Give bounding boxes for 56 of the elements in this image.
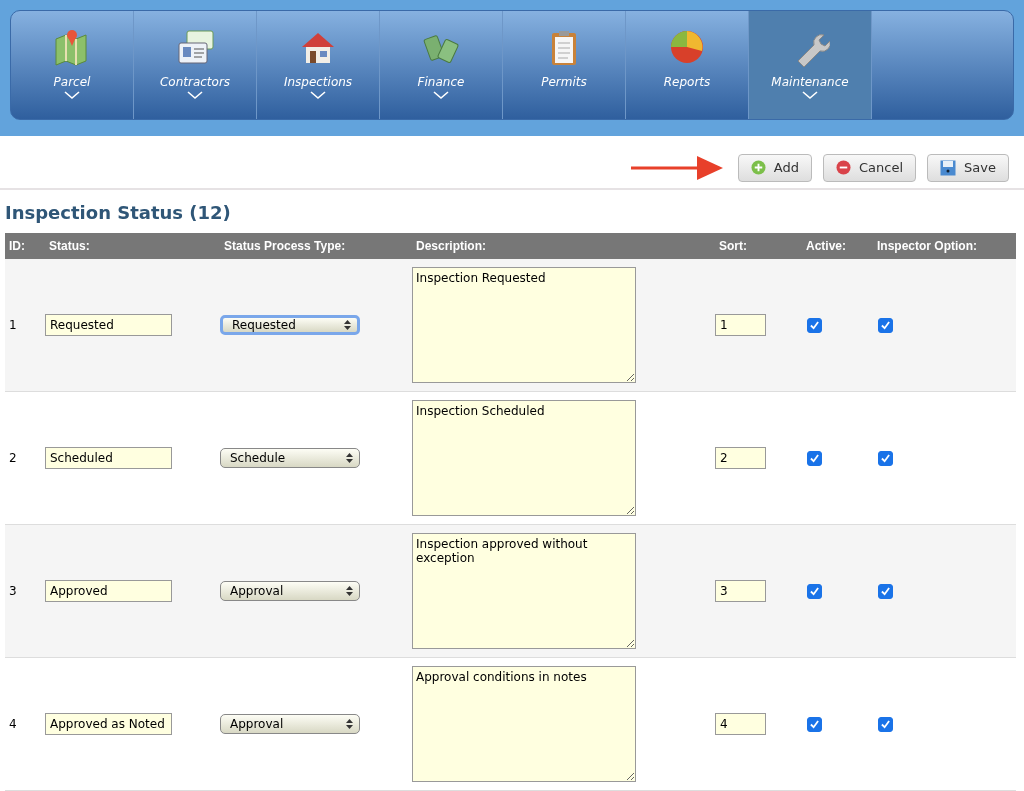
checkbox[interactable] <box>807 716 822 732</box>
save-button[interactable]: Save <box>927 153 1009 182</box>
sort-field[interactable]: 2 <box>715 447 766 469</box>
nav-tab[interactable]: Finance <box>380 11 503 119</box>
chevron-down-icon <box>64 91 80 100</box>
chevron-down-icon <box>802 91 818 100</box>
process-type-select[interactable]: Schedule <box>220 448 360 468</box>
column-header: Status Process Type: <box>223 239 347 253</box>
sort-field[interactable]: 3 <box>715 580 766 602</box>
checkbox[interactable] <box>807 317 822 333</box>
nav-tab[interactable]: Inspections <box>257 11 380 119</box>
minus-icon <box>836 160 852 175</box>
description-field[interactable]: Inspection approved without exception <box>412 533 636 649</box>
status-field[interactable]: Scheduled <box>45 447 172 469</box>
column-header: Description: <box>415 239 487 253</box>
checkbox[interactable] <box>878 583 893 599</box>
nav-tab[interactable]: Maintenance <box>749 11 872 119</box>
up-down-arrows-icon <box>346 453 353 463</box>
column-header: ID: <box>8 239 26 253</box>
up-down-arrows-icon <box>346 586 353 596</box>
up-down-arrows-icon <box>346 719 353 729</box>
checkbox[interactable] <box>807 450 822 466</box>
process-type-select[interactable]: Approval <box>220 714 360 734</box>
column-header: Active: <box>805 239 847 253</box>
row-id: 1 <box>8 318 18 332</box>
checkbox[interactable] <box>878 317 893 333</box>
page-title: Inspection Status (12) <box>4 201 232 225</box>
description-field[interactable]: Inspection Requested <box>412 267 636 383</box>
description-field[interactable]: Inspection Scheduled <box>412 400 636 516</box>
checkbox[interactable] <box>878 716 893 732</box>
chevron-down-icon <box>187 91 203 100</box>
nav-tab[interactable]: Parcel <box>11 11 134 119</box>
chevron-down-icon <box>433 91 449 100</box>
sort-field[interactable]: 1 <box>715 314 766 336</box>
plus-icon <box>750 160 766 175</box>
status-field[interactable]: Approved as Noted <box>45 713 172 735</box>
cancel-button[interactable]: Cancel <box>823 153 917 182</box>
status-field[interactable]: Approved <box>45 580 172 602</box>
column-header: Inspector Option: <box>876 239 978 253</box>
checkbox[interactable] <box>878 450 893 466</box>
checkbox[interactable] <box>807 583 822 599</box>
row-id: 2 <box>8 451 18 465</box>
add-button[interactable]: Add <box>737 153 813 182</box>
row-id: 4 <box>8 717 18 731</box>
process-type-select[interactable]: Approval <box>220 581 360 601</box>
nav-tab[interactable]: Contractors <box>134 11 257 119</box>
up-down-arrows-icon <box>344 320 351 330</box>
column-header: Status: <box>48 239 91 253</box>
sort-field[interactable]: 4 <box>715 713 766 735</box>
nav-tab[interactable]: Permits <box>503 11 626 119</box>
description-field[interactable]: Approval conditions in notes <box>412 666 636 782</box>
process-type-select[interactable]: Requested <box>220 315 360 335</box>
status-field[interactable]: Requested <box>45 314 172 336</box>
column-header: Sort: <box>718 239 748 253</box>
chevron-down-icon <box>310 91 326 100</box>
row-id: 3 <box>8 584 18 598</box>
